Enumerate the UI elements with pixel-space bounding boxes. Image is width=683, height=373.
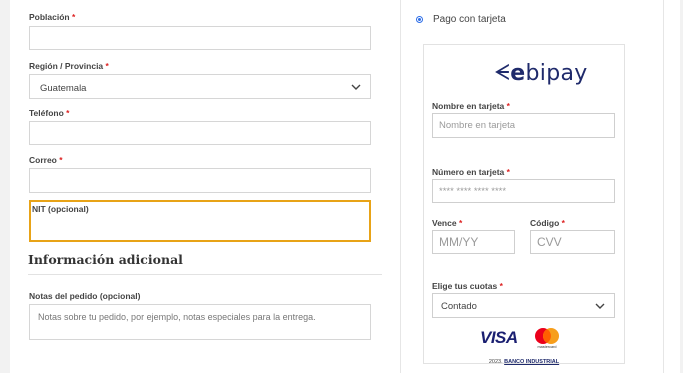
- card-payment-radio[interactable]: [416, 16, 423, 23]
- correo-label-text: Correo: [29, 155, 57, 165]
- required-marker: *: [506, 101, 510, 111]
- ebipay-logo-text: ᗕebipay: [494, 61, 588, 86]
- required-marker: *: [59, 155, 63, 165]
- order-notes-textarea[interactable]: [29, 304, 371, 340]
- expiry-label-text: Vence: [432, 218, 457, 228]
- poblacion-label-text: Población: [29, 12, 70, 22]
- nit-label: NIT (opcional): [32, 204, 89, 214]
- card-number-label-text: Número en tarjeta: [432, 167, 505, 177]
- expiry-field[interactable]: [432, 230, 515, 254]
- required-marker: *: [66, 108, 70, 118]
- cvv-label-text: Código: [530, 218, 560, 228]
- telefono-field[interactable]: [29, 121, 371, 145]
- column-divider: [663, 0, 664, 373]
- required-marker: *: [105, 61, 109, 71]
- ebipay-logo: ᗕebipay: [494, 60, 588, 86]
- visa-logo: VISA: [480, 328, 518, 347]
- ebipay-card-form: ᗕebipay Nombre en tarjeta * Número en ta…: [423, 44, 625, 364]
- cvv-label: Código *: [530, 218, 565, 228]
- telefono-label: Teléfono *: [29, 108, 69, 118]
- card-number-field[interactable]: [432, 179, 615, 203]
- additional-info-heading: Información adicional: [28, 252, 183, 267]
- payment-footer: 2023. BANCO INDUSTRIAL: [423, 359, 625, 365]
- ebipay-logo-bold: e: [510, 60, 526, 86]
- footer-year: 2023.: [488, 359, 503, 365]
- required-marker: *: [458, 218, 463, 228]
- correo-label: Correo *: [29, 155, 63, 165]
- installments-label: Elige tus cuotas *: [432, 281, 503, 291]
- card-name-label: Nombre en tarjeta *: [432, 101, 510, 111]
- poblacion-label: Población *: [29, 12, 75, 22]
- section-divider: [28, 274, 382, 275]
- footer-bank-link[interactable]: BANCO INDUSTRIAL: [504, 359, 559, 365]
- mastercard-logo: mastercard: [534, 328, 559, 349]
- installments-select[interactable]: Contado: [432, 293, 615, 318]
- region-label: Región / Provincia *: [29, 61, 109, 71]
- card-name-input[interactable]: [433, 114, 614, 137]
- installments-label-text: Elige tus cuotas: [432, 281, 498, 291]
- nit-field[interactable]: NIT (opcional): [29, 200, 371, 242]
- required-marker: *: [506, 167, 510, 177]
- required-marker: *: [499, 281, 503, 291]
- region-select[interactable]: Guatemala: [29, 74, 371, 99]
- card-payment-label[interactable]: Pago con tarjeta: [433, 14, 506, 25]
- notes-label: Notas del pedido (opcional): [29, 291, 141, 301]
- cvv-input[interactable]: [531, 231, 614, 253]
- installments-selected-value: Contado: [441, 301, 477, 312]
- telefono-label-text: Teléfono: [29, 108, 64, 118]
- mastercard-wordmark: mastercard: [537, 345, 556, 349]
- expiry-input[interactable]: [433, 231, 514, 253]
- poblacion-field[interactable]: [29, 26, 371, 50]
- ebipay-logo-mark: ᗕ: [494, 60, 511, 86]
- chevron-down-icon: [595, 303, 605, 309]
- cvv-field[interactable]: [530, 230, 615, 254]
- ebipay-logo-rest: bipay: [525, 60, 588, 86]
- card-name-label-text: Nombre en tarjeta: [432, 101, 505, 111]
- card-name-field[interactable]: [432, 113, 615, 138]
- card-number-input[interactable]: [433, 180, 614, 202]
- required-marker: *: [561, 218, 565, 228]
- checkout-page: Población * Región / Provincia * Guatema…: [10, 0, 680, 373]
- region-selected-value: Guatemala: [40, 83, 87, 94]
- required-marker: *: [72, 12, 76, 22]
- card-brands: VISA mastercard: [480, 327, 562, 349]
- region-label-text: Región / Provincia: [29, 61, 104, 71]
- chevron-down-icon: [351, 84, 361, 90]
- card-number-label: Número en tarjeta *: [432, 167, 510, 177]
- expiry-label: Vence *: [432, 218, 462, 228]
- billing-form: Población * Región / Provincia * Guatema…: [10, 0, 382, 373]
- correo-field[interactable]: [29, 168, 371, 193]
- payment-panel: Pago con tarjeta ᗕebipay Nombre en tarje…: [400, 0, 666, 373]
